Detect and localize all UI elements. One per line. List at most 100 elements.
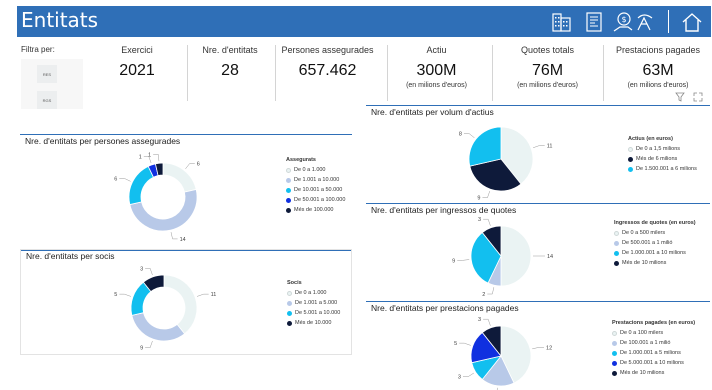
- kpi-value: 2021: [119, 62, 155, 79]
- legend-item[interactable]: Més de 10 milions: [614, 260, 696, 266]
- legend-item[interactable]: De 1.000.001 a 10 milions: [614, 250, 696, 256]
- kpi-quotes: Quotes totals 76M (en milions d'euros): [495, 45, 600, 89]
- legend-swatch: [628, 156, 633, 162]
- legend-title: Actius (en euros): [628, 136, 673, 142]
- legend-label: De 0 a 100 milers: [620, 330, 664, 336]
- donut-chart-persones: 6 14 6 1 1: [114, 152, 200, 243]
- legend-item[interactable]: De 10.001 a 50.000: [286, 187, 345, 193]
- legend-title: Prestacions pagades (en euros): [612, 320, 696, 326]
- chart-ingressos-quotes: Nre. d'entitats per ingressos de quotes …: [366, 203, 710, 297]
- kpi-value: 300M: [416, 62, 457, 79]
- kpi-value: 28: [221, 62, 239, 79]
- legend-item[interactable]: De 0 a 1,5 milions: [628, 146, 697, 152]
- pie-slice[interactable]: [131, 312, 186, 342]
- legend-swatch: [614, 250, 619, 256]
- legend-item[interactable]: De 0 a 1.000: [286, 167, 345, 173]
- filter-icon[interactable]: [675, 92, 685, 102]
- legend-label: De 1.001 a 5.000: [295, 300, 338, 306]
- legend-item[interactable]: De 0 a 100 milers: [612, 330, 695, 336]
- legend-swatch: [286, 197, 291, 203]
- pie-slice[interactable]: [468, 126, 502, 167]
- chart-title: Nre. d'entitats per persones assegurades: [25, 136, 181, 146]
- legend-item[interactable]: De 0 a 1.000: [287, 290, 340, 296]
- legend-swatch: [287, 300, 292, 306]
- donut-chart-socis: 11 9 5 3: [114, 266, 216, 351]
- data-label: 8: [459, 131, 462, 137]
- legend-swatch: [612, 330, 617, 336]
- leader-line: [462, 372, 475, 377]
- legend-label: De 50.001 a 100.000: [294, 197, 346, 203]
- legend-item[interactable]: De 5.001 a 10.000: [287, 310, 340, 316]
- leader-line: [483, 218, 491, 226]
- legend-item[interactable]: De 100.001 a 1 milió: [612, 340, 695, 346]
- legend-label: De 0 a 500 milers: [622, 230, 666, 236]
- leader-line: [482, 191, 491, 198]
- chart-persones-assegurades: Nre. d'entitats per persones assegurades…: [20, 134, 352, 246]
- legend-label: De 1.000.001 a 10 milions: [622, 250, 686, 256]
- legend-label: De 5.000.001 a 10 milions: [620, 360, 684, 366]
- legend-item[interactable]: Més de 6 milions: [628, 156, 697, 162]
- kpi-label: Prestacions pagades: [615, 45, 701, 55]
- leader-line: [532, 347, 545, 350]
- legend-label: De 10.001 a 50.000: [294, 187, 343, 193]
- kpi-persones: Persones assegurades 657.462: [275, 45, 380, 80]
- kpi-divider: [187, 45, 188, 101]
- filter-button-rgs[interactable]: RGS: [37, 91, 57, 109]
- leader-line: [119, 293, 132, 297]
- legend-item[interactable]: De 1.500.001 a 6 milions: [628, 166, 697, 172]
- legend-item[interactable]: De 5.000.001 a 10 milions: [612, 360, 695, 366]
- legend-item[interactable]: Més de 100.000: [286, 207, 345, 213]
- building-icon[interactable]: [550, 10, 574, 34]
- leader-line: [119, 178, 131, 182]
- kpi-label: Quotes totals: [520, 45, 575, 55]
- legend-swatch: [614, 230, 619, 236]
- data-label: 1: [148, 152, 151, 158]
- chart-title: Nre. d'entitats per ingressos de quotes: [371, 205, 517, 215]
- legend-swatch: [628, 146, 633, 152]
- expand-icon[interactable]: [693, 92, 703, 102]
- kpi-area: Filtra per: RES RGS Exercici 2021 Nre. d…: [17, 41, 711, 109]
- home-icon[interactable]: [680, 10, 704, 34]
- kpi-actiu: Actiu 300M (en milions d'euros): [389, 45, 484, 89]
- data-label: 11: [547, 143, 553, 149]
- legend-title: Ingressos de quotes (en euros): [614, 220, 696, 226]
- legend-quotes: Ingressos de quotes (en euros) De 0 a 500…: [614, 220, 696, 270]
- document-icon[interactable]: [582, 10, 606, 34]
- legend-item[interactable]: Més de 10.000: [287, 320, 340, 326]
- legend-item[interactable]: De 0 a 500 milers: [614, 230, 696, 236]
- legend-item[interactable]: De 1.001 a 10.000: [286, 177, 345, 183]
- legend-item[interactable]: Més de 10 milions: [612, 370, 695, 376]
- pie-slice[interactable]: [162, 162, 197, 193]
- pie-slice[interactable]: [163, 274, 198, 335]
- legend-item[interactable]: De 50.001 a 100.000: [286, 197, 345, 203]
- header-bar: Entitats $: [17, 6, 711, 37]
- kpi-unit: (en milions d'euros): [627, 82, 689, 89]
- data-label: 9: [452, 258, 455, 264]
- leader-line: [145, 268, 153, 276]
- leader-line: [170, 232, 178, 240]
- filter-button-res[interactable]: RES: [37, 65, 57, 83]
- legend-swatch: [612, 360, 617, 366]
- chart-prestacions-pagades: Nre. d'entitats per prestacions pagades …: [366, 301, 710, 390]
- pie-chart-quotes: 14 2 9 3: [452, 217, 553, 296]
- legend-label: Més de 10.000: [295, 320, 332, 326]
- pie-chart-prestacions: 125353: [454, 317, 552, 390]
- legend-swatch: [614, 260, 619, 266]
- data-label: 12: [546, 345, 552, 351]
- legend-persones: Assegurats De 0 a 1.000 De 1.001 a 10.000 D…: [286, 157, 345, 217]
- pie-slice[interactable]: [500, 225, 532, 287]
- kpi-label: Persones assegurades: [281, 45, 374, 55]
- leader-line: [483, 318, 491, 326]
- data-label: 5: [454, 341, 457, 347]
- legend-item[interactable]: De 500.001 a 1 milió: [614, 240, 696, 246]
- leader-line: [196, 293, 209, 297]
- kpi-value: 63M: [642, 62, 674, 79]
- legend-label: De 0 a 1,5 milions: [636, 146, 681, 152]
- legend-item[interactable]: De 1.001 a 5.000: [287, 300, 340, 306]
- legend-swatch: [628, 166, 633, 172]
- legend-label: De 1.000.001 a 5 milions: [620, 350, 681, 356]
- hand-money-icon[interactable]: $: [612, 10, 658, 34]
- legend-label: Més de 10 milions: [622, 260, 667, 266]
- legend-item[interactable]: De 1.000.001 a 5 milions: [612, 350, 695, 356]
- pie-slice[interactable]: [128, 165, 154, 206]
